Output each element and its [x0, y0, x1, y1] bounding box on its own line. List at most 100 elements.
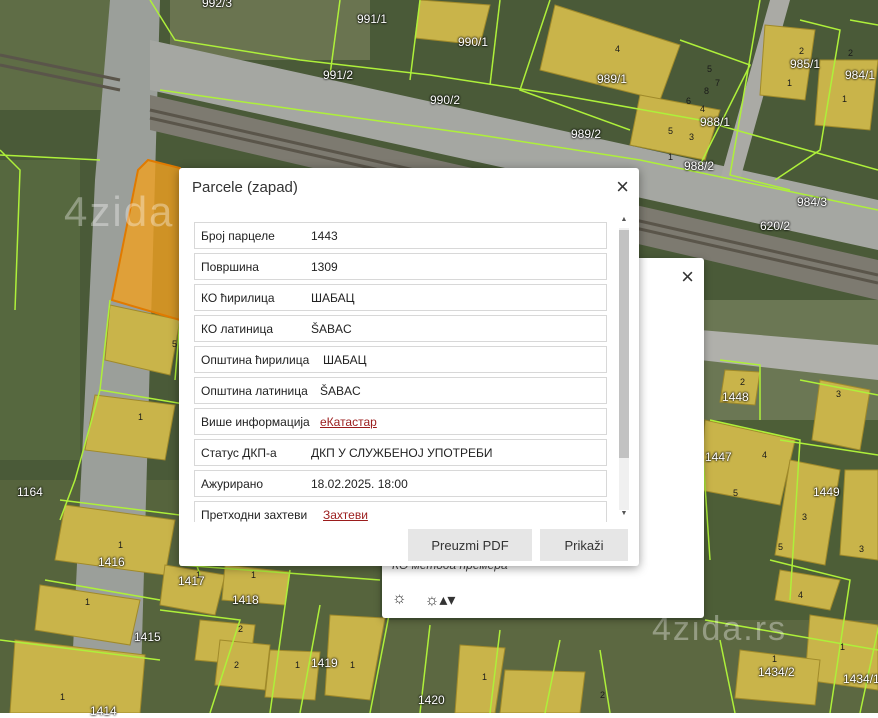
attribute-list[interactable]: Број парцеле 1443 Површина 1309 КО ћирилиц…: [194, 222, 607, 522]
svg-text:2: 2: [600, 690, 605, 700]
svg-text:2: 2: [234, 660, 239, 670]
parcel-label: 1449: [813, 485, 840, 499]
svg-text:5: 5: [778, 542, 783, 552]
parcel-label: 1415: [134, 630, 161, 644]
attribute-row: КО ћирилица ШАБАЦ: [194, 284, 607, 311]
attribute-value: ŠABAC: [311, 321, 352, 336]
parcel-label: 988/1: [700, 115, 731, 129]
scroll-thumb[interactable]: [619, 230, 629, 458]
attribute-key: Општина латиница: [201, 383, 308, 398]
ekatastar-link[interactable]: еКатастар: [320, 415, 377, 429]
parcel-label: 1418: [232, 593, 259, 607]
svg-text:3: 3: [836, 389, 841, 399]
svg-text:8: 8: [704, 86, 709, 96]
attribute-row: КО латиница ŠABAC: [194, 315, 607, 342]
parcel-label: 991/2: [323, 68, 354, 82]
svg-text:4: 4: [798, 590, 803, 600]
attribute-key: Претходни захтеви: [201, 507, 308, 522]
svg-text:4: 4: [700, 104, 705, 114]
svg-text:1: 1: [85, 597, 90, 607]
svg-text:1: 1: [295, 660, 300, 670]
attribute-row: Статус ДКП-а ДКП У СЛУЖБЕНОЈ УПОТРЕБИ: [194, 439, 607, 466]
svg-text:5: 5: [668, 126, 673, 136]
attribute-row: Општина ћирилица ШАБАЦ: [194, 346, 607, 373]
popup-tools: ☼ ☼▴▾: [392, 590, 455, 610]
attribute-row: Општина латиница ŠABAC: [194, 377, 607, 404]
parcel-label: 985/1: [790, 57, 821, 71]
svg-text:1: 1: [840, 642, 845, 652]
watermark-top: 4zida: [64, 188, 175, 235]
svg-text:1: 1: [482, 672, 487, 682]
svg-text:4: 4: [615, 44, 620, 54]
svg-text:5: 5: [733, 488, 738, 498]
svg-text:2: 2: [848, 48, 853, 58]
parcel-label: 1414: [90, 704, 117, 718]
close-icon[interactable]: ×: [681, 264, 694, 290]
svg-text:4: 4: [762, 450, 767, 460]
parcel-label: 984/1: [845, 68, 876, 82]
requests-link[interactable]: Захтеви: [323, 508, 368, 522]
show-button[interactable]: Prikaži: [540, 529, 628, 561]
attribute-value: 1443: [311, 228, 338, 243]
svg-text:6: 6: [686, 96, 691, 106]
brightness-adjust-icon[interactable]: ☼▴▾: [425, 590, 456, 610]
svg-text:1: 1: [842, 94, 847, 104]
attribute-key: Статус ДКП-а: [201, 445, 277, 460]
parcel-label: 984/3: [797, 195, 828, 209]
parcel-label: 1419: [311, 656, 338, 670]
parcel-label: 1416: [98, 555, 125, 569]
svg-text:1: 1: [772, 654, 777, 664]
attribute-row: Ажурирано 18.02.2025. 18:00: [194, 470, 607, 497]
parcel-label: 1448: [722, 390, 749, 404]
parcel-label: 1164: [17, 485, 43, 499]
scrollbar[interactable]: ▲ ▼: [617, 216, 629, 522]
attribute-row: Више информација еКатастар: [194, 408, 607, 435]
attribute-row: Претходни захтеви Захтеви: [194, 501, 607, 522]
svg-text:1: 1: [60, 692, 65, 702]
parcel-info-popup: Parcele (zapad) × Број парцеле 1443 Површ…: [179, 168, 639, 566]
parcel-label: 989/1: [597, 72, 628, 86]
parcel-label: 992/3: [202, 0, 233, 10]
parcel-label: 989/2: [571, 127, 602, 141]
attribute-key: Број парцеле: [201, 228, 275, 243]
attribute-value: 1309: [311, 259, 338, 274]
parcel-label: 1434/1: [843, 672, 878, 686]
parcel-label: 990/2: [430, 93, 461, 107]
attribute-key: КО ћирилица: [201, 290, 275, 305]
svg-text:1: 1: [118, 540, 123, 550]
svg-text:2: 2: [740, 377, 745, 387]
svg-text:2: 2: [238, 624, 243, 634]
svg-text:1: 1: [138, 412, 143, 422]
svg-text:7: 7: [715, 78, 720, 88]
attribute-key: Општина ћирилица: [201, 352, 310, 367]
attribute-key: КО латиница: [201, 321, 274, 336]
svg-text:3: 3: [802, 512, 807, 522]
svg-text:3: 3: [689, 132, 694, 142]
svg-text:3: 3: [859, 544, 864, 554]
attribute-row: Број парцеле 1443: [194, 222, 607, 249]
parcel-label: 990/1: [458, 35, 489, 49]
parcel-label: 1434/2: [758, 665, 795, 679]
attribute-key: Више информација: [201, 414, 310, 429]
svg-text:1: 1: [350, 660, 355, 670]
download-pdf-button[interactable]: Preuzmi PDF: [408, 529, 532, 561]
svg-text:5: 5: [172, 339, 177, 349]
brightness-icon[interactable]: ☼: [392, 590, 407, 610]
attribute-key: Површина: [201, 259, 259, 274]
attribute-value: ШАБАЦ: [311, 290, 355, 305]
svg-text:5: 5: [707, 64, 712, 74]
close-icon[interactable]: ×: [616, 174, 629, 200]
svg-text:1: 1: [668, 152, 673, 162]
parcel-label: 988/2: [684, 159, 715, 173]
attribute-row: Површина 1309: [194, 253, 607, 280]
scroll-down-icon[interactable]: ▼: [619, 510, 629, 517]
parcel-label: 620/2: [760, 219, 791, 233]
parcel-label: 1420: [418, 693, 445, 707]
svg-text:1: 1: [787, 78, 792, 88]
svg-text:1: 1: [251, 570, 256, 580]
parcel-label: 1447: [705, 450, 732, 464]
attribute-value: ŠABAC: [320, 383, 361, 398]
svg-text:2: 2: [799, 46, 804, 56]
scroll-up-icon[interactable]: ▲: [619, 216, 629, 223]
parcel-label: 991/1: [357, 12, 388, 26]
